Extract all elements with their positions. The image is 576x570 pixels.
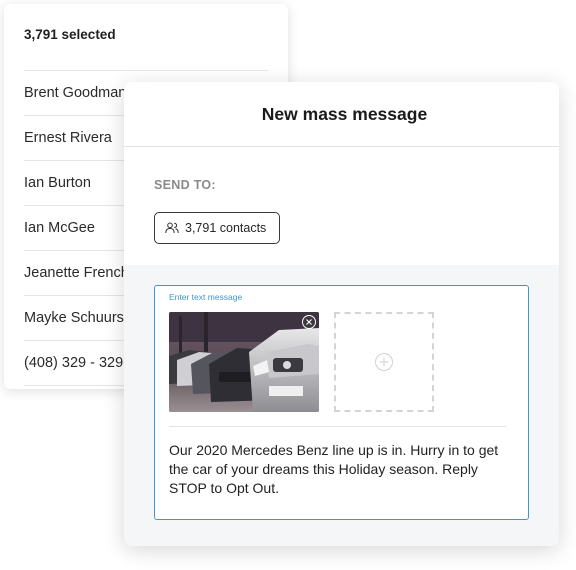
mass-message-modal: New mass message SEND TO: 3,791 contacts…	[124, 82, 559, 546]
close-icon	[306, 319, 312, 325]
users-icon	[165, 222, 179, 234]
add-attachment-slot[interactable]	[334, 312, 434, 412]
compose-divider	[169, 426, 506, 427]
recipients-chip[interactable]: 3,791 contacts	[154, 212, 280, 244]
compose-area: Enter text message Our 2020 Mercedes Ben…	[124, 265, 559, 546]
image-attachment[interactable]	[169, 312, 319, 412]
selected-count: 3,791 selected	[24, 27, 116, 42]
message-input[interactable]: Enter text message Our 2020 Mercedes Ben…	[154, 285, 529, 520]
modal-title: New mass message	[261, 103, 428, 124]
modal-header: New mass message	[124, 82, 559, 147]
send-to-label: SEND TO:	[154, 178, 216, 192]
remove-attachment-button[interactable]	[302, 315, 316, 329]
recipients-label: 3,791 contacts	[185, 221, 267, 235]
message-text[interactable]: Our 2020 Mercedes Benz line up is in. Hu…	[169, 441, 514, 498]
stage: 3,791 selected Brent Goodman Ernest Rive…	[0, 0, 576, 570]
car-photo	[169, 312, 319, 412]
send-to-section: SEND TO: 3,791 contacts	[124, 147, 559, 265]
message-input-label: Enter text message	[169, 292, 243, 302]
plus-circle-icon	[374, 352, 394, 372]
